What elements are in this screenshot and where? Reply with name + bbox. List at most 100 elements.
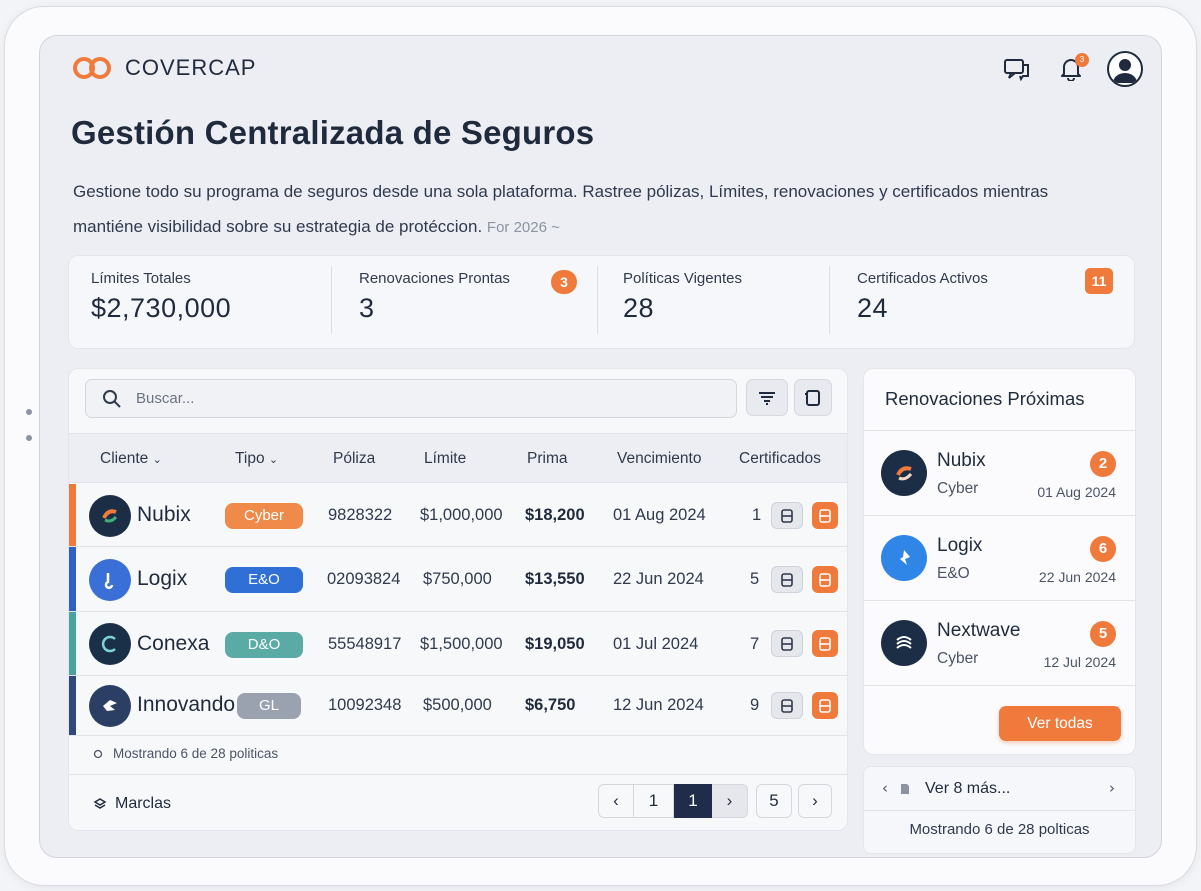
columns-button[interactable] bbox=[794, 379, 832, 416]
pagination-next-button[interactable]: › bbox=[798, 784, 832, 818]
view-more-link[interactable]: Ver 8 más... bbox=[925, 780, 1010, 798]
row-accent bbox=[69, 676, 76, 735]
filter-button[interactable] bbox=[746, 379, 788, 416]
stats-bar: Límites Totales $2,730,000 Renovaciones … bbox=[68, 255, 1135, 349]
limit-value: $750,000 bbox=[423, 570, 492, 588]
client-name: Nubix bbox=[137, 503, 191, 526]
certificate-action-button[interactable] bbox=[812, 502, 838, 529]
nubix-logo-icon bbox=[881, 450, 927, 496]
certificate-action-button[interactable] bbox=[812, 630, 838, 657]
stat-value: 28 bbox=[623, 293, 655, 323]
column-header-client[interactable]: Cliente ⌄ bbox=[100, 450, 162, 468]
column-header-limit[interactable]: Límite bbox=[424, 450, 466, 468]
column-header-premium[interactable]: Prima bbox=[527, 450, 567, 468]
column-label: Cliente bbox=[100, 450, 149, 467]
pagination-current-page[interactable]: 1 bbox=[674, 784, 712, 818]
nextwave-logo-icon bbox=[881, 620, 927, 666]
expiry-date: 01 Aug 2024 bbox=[613, 506, 706, 524]
table-footer: Marclas ‹ 1 1 › 5 › bbox=[69, 774, 847, 830]
messages-button[interactable] bbox=[999, 51, 1035, 87]
marclas-label: Marclas bbox=[115, 795, 172, 812]
filter-icon bbox=[759, 391, 775, 405]
client-name: Innovando bbox=[137, 693, 236, 716]
certificate-action-button[interactable] bbox=[812, 692, 838, 719]
certificate-button[interactable] bbox=[771, 630, 803, 657]
nubix-logo-icon bbox=[89, 495, 131, 537]
certificate-button[interactable] bbox=[771, 692, 803, 719]
certificate-count: 5 bbox=[750, 570, 760, 588]
pagination-page-button[interactable]: 1 bbox=[634, 784, 674, 818]
document-icon bbox=[781, 572, 793, 587]
document-icon bbox=[819, 698, 831, 713]
renewal-date: 22 Jun 2024 bbox=[1038, 569, 1116, 585]
pagination-last-page[interactable]: 5 bbox=[756, 784, 792, 818]
logix-logo-icon bbox=[89, 559, 131, 601]
renewal-type: Cyber bbox=[937, 480, 979, 497]
pagination-next-small-button[interactable]: › bbox=[712, 784, 748, 818]
certificate-button[interactable] bbox=[771, 502, 803, 529]
renewal-client-name: Logix bbox=[937, 535, 983, 556]
renewals-showing-text: Mostrando 6 de 28 polticas bbox=[909, 821, 1090, 838]
policies-table-card: Cliente ⌄ Tipo ⌄ Póliza Límite Prima Ven… bbox=[68, 368, 848, 831]
table-row[interactable]: Conexa D&O 55548917 $1,500,000 $19,050 0… bbox=[69, 612, 847, 676]
certificate-count: 9 bbox=[750, 696, 760, 714]
type-pill: Cyber bbox=[225, 503, 303, 529]
premium-value: $18,200 bbox=[525, 506, 585, 524]
marclas-button[interactable]: Marclas bbox=[93, 795, 171, 813]
column-header-expiry[interactable]: Vencimiento bbox=[617, 450, 701, 468]
search-icon bbox=[103, 389, 121, 408]
frame-dot bbox=[26, 435, 32, 441]
pagination-prev-button[interactable]: ‹ bbox=[598, 784, 634, 818]
limit-value: $1,500,000 bbox=[420, 635, 503, 653]
renewal-type: Cyber bbox=[937, 650, 979, 667]
row-accent bbox=[69, 547, 76, 611]
column-header-policy[interactable]: Póliza bbox=[333, 450, 375, 468]
app-logo[interactable]: COVERCAP bbox=[71, 55, 256, 81]
sort-chevron-icon: ⌄ bbox=[268, 454, 279, 466]
renewal-item[interactable]: Nextwave Cyber 5 12 Jul 2024 bbox=[864, 600, 1135, 685]
frame-dot bbox=[26, 409, 32, 415]
document-icon bbox=[901, 784, 909, 794]
type-pill: GL bbox=[237, 693, 301, 719]
stat-upcoming-renewals: Renovaciones Prontas 3 3 bbox=[331, 256, 597, 348]
view-more-row[interactable]: ‹ Ver 8 más... › bbox=[864, 767, 1135, 811]
chevron-right-icon[interactable]: › bbox=[1109, 779, 1115, 797]
covercap-logo-icon bbox=[73, 57, 111, 79]
document-icon bbox=[781, 698, 793, 713]
view-all-button[interactable]: Ver todas bbox=[999, 706, 1121, 741]
document-icon bbox=[819, 572, 831, 587]
stat-value: 3 bbox=[359, 293, 375, 323]
document-icon bbox=[819, 508, 831, 523]
search-input[interactable] bbox=[136, 390, 696, 407]
year-selector[interactable]: For 2026 ~ bbox=[487, 219, 560, 236]
premium-value: $13,550 bbox=[525, 570, 585, 588]
column-header-type[interactable]: Tipo ⌄ bbox=[235, 450, 278, 468]
column-header-certificates[interactable]: Certificados bbox=[739, 450, 821, 468]
table-row[interactable]: Nubix Cyber 9828322 $1,000,000 $18,200 0… bbox=[69, 484, 847, 547]
app-screen: COVERCAP 3 Gestión Centralizada de Segur… bbox=[39, 35, 1162, 858]
user-icon bbox=[1113, 59, 1137, 83]
table-row[interactable]: Logix E&O 02093824 $750,000 $13,550 22 J… bbox=[69, 547, 847, 612]
certificate-action-button[interactable] bbox=[812, 566, 838, 593]
stat-badge: 3 bbox=[551, 270, 577, 294]
stat-active-policies: Políticas Vigentes 28 bbox=[597, 256, 829, 348]
renewal-item[interactable]: Nubix Cyber 2 01 Aug 2024 bbox=[864, 430, 1135, 515]
table-row[interactable]: Innovando GL 10092348 $500,000 $6,750 12… bbox=[69, 676, 847, 736]
certificate-button[interactable] bbox=[771, 566, 803, 593]
premium-value: $19,050 bbox=[525, 635, 585, 653]
client-name: Conexa bbox=[137, 632, 210, 655]
notifications-button[interactable]: 3 bbox=[1053, 51, 1089, 87]
renewal-item[interactable]: Logix E&O 6 22 Jun 2024 bbox=[864, 515, 1135, 600]
expiry-date: 22 Jun 2024 bbox=[613, 570, 704, 588]
expiry-date: 01 Jul 2024 bbox=[613, 635, 699, 653]
chevron-left-icon[interactable]: ‹ bbox=[882, 779, 888, 797]
renewal-date: 12 Jul 2024 bbox=[1043, 654, 1116, 670]
circle-icon bbox=[93, 749, 103, 758]
showing-text: Mostrando 6 de 28 politicas bbox=[113, 746, 279, 761]
user-avatar[interactable] bbox=[1107, 51, 1143, 87]
logix-logo-icon bbox=[881, 535, 927, 581]
search-box[interactable] bbox=[85, 379, 737, 418]
document-icon bbox=[781, 636, 793, 651]
pagination: ‹ 1 1 › 5 › bbox=[598, 784, 832, 818]
policy-number: 10092348 bbox=[328, 696, 402, 714]
